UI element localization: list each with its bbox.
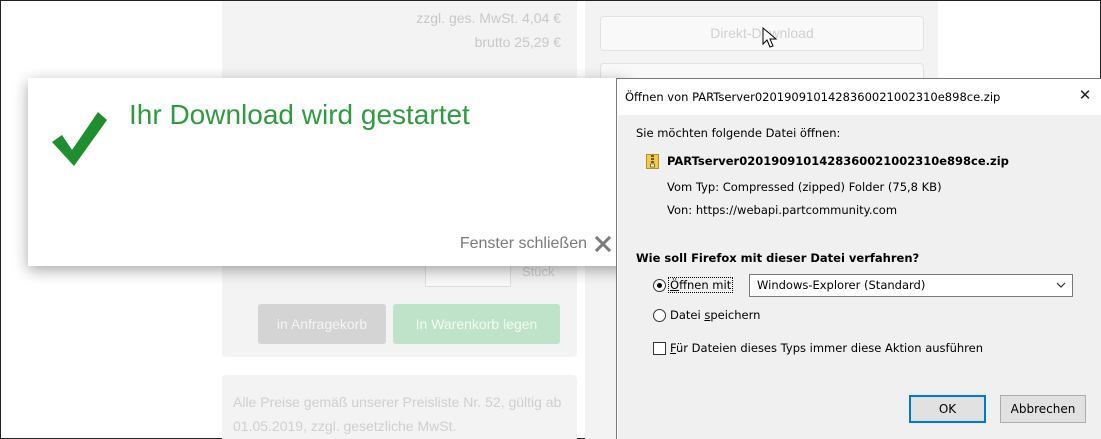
open-with-radio[interactable] [653,279,666,292]
always-do-this-checkbox[interactable] [653,342,666,355]
checkmark-icon [52,112,107,166]
dialog-close-button[interactable]: ✕ [1075,85,1095,105]
save-file-radio[interactable] [653,309,666,322]
save-file-label[interactable]: Datei speichern [670,308,760,322]
application-select[interactable]: Windows-Explorer (Standard) [749,274,1073,297]
dialog-content: Sie möchten folgende Datei öffnen: PARTs… [618,115,1101,439]
close-window-label: Fenster schließen [459,235,587,252]
close-icon [595,236,611,252]
quantity-unit: Stück [522,264,555,279]
open-with-accel: Ö [670,278,680,292]
dialog-title: Öffnen von PARTserver0201909101428360021… [625,90,1001,104]
file-source: Von: https://webapi.partcommunity.com [667,203,898,217]
add-to-cart-button[interactable]: In Warenkorb legen [393,304,560,344]
chevron-down-icon [1056,282,1066,288]
ok-button[interactable]: OK [909,395,986,423]
firefox-open-file-dialog: Öffnen von PARTserver0201909101428360021… [616,78,1101,439]
cancel-button[interactable]: Abbrechen [1000,395,1086,423]
open-with-text: ffnen mit [679,278,732,292]
close-window-button[interactable]: Fenster schließen [460,234,611,254]
mouse-cursor-icon [762,27,778,48]
open-with-label[interactable]: Öffnen mit [667,277,734,293]
action-question: Wie soll Firefox mit dieser Datei verfah… [636,251,920,265]
save-file-text: peichern [710,308,761,322]
quantity-input[interactable] [425,263,511,287]
add-to-inquiry-button[interactable]: in Anfragekorb [258,304,386,344]
file-name: PARTserver020190910142836002100231​0e898… [667,154,1009,168]
always-do-this-text: ür Dateien dieses Typs immer diese Aktio… [676,341,983,355]
application-select-value: Windows-Explorer (Standard) [757,278,926,292]
price-vat: zzgl. ges. MwSt. 4,04 € [416,10,561,26]
price-gross: brutto 25,29 € [474,34,561,50]
zip-file-icon [646,154,659,169]
price-note: Alle Preise gemäß unserer Preisliste Nr.… [233,394,562,434]
always-do-this-label[interactable]: Für Dateien dieses Typs immer diese Akti… [670,341,983,355]
download-started-modal: Ihr Download wird gestartet Fenster schl… [28,78,628,266]
save-file-text-prefix: Datei [670,308,705,322]
modal-title: Ihr Download wird gestartet [129,99,470,130]
file-type: Vom Typ: Compressed (zipped) Folder (75,… [667,180,942,194]
open-file-prompt: Sie möchten folgende Datei öffnen: [636,126,841,140]
